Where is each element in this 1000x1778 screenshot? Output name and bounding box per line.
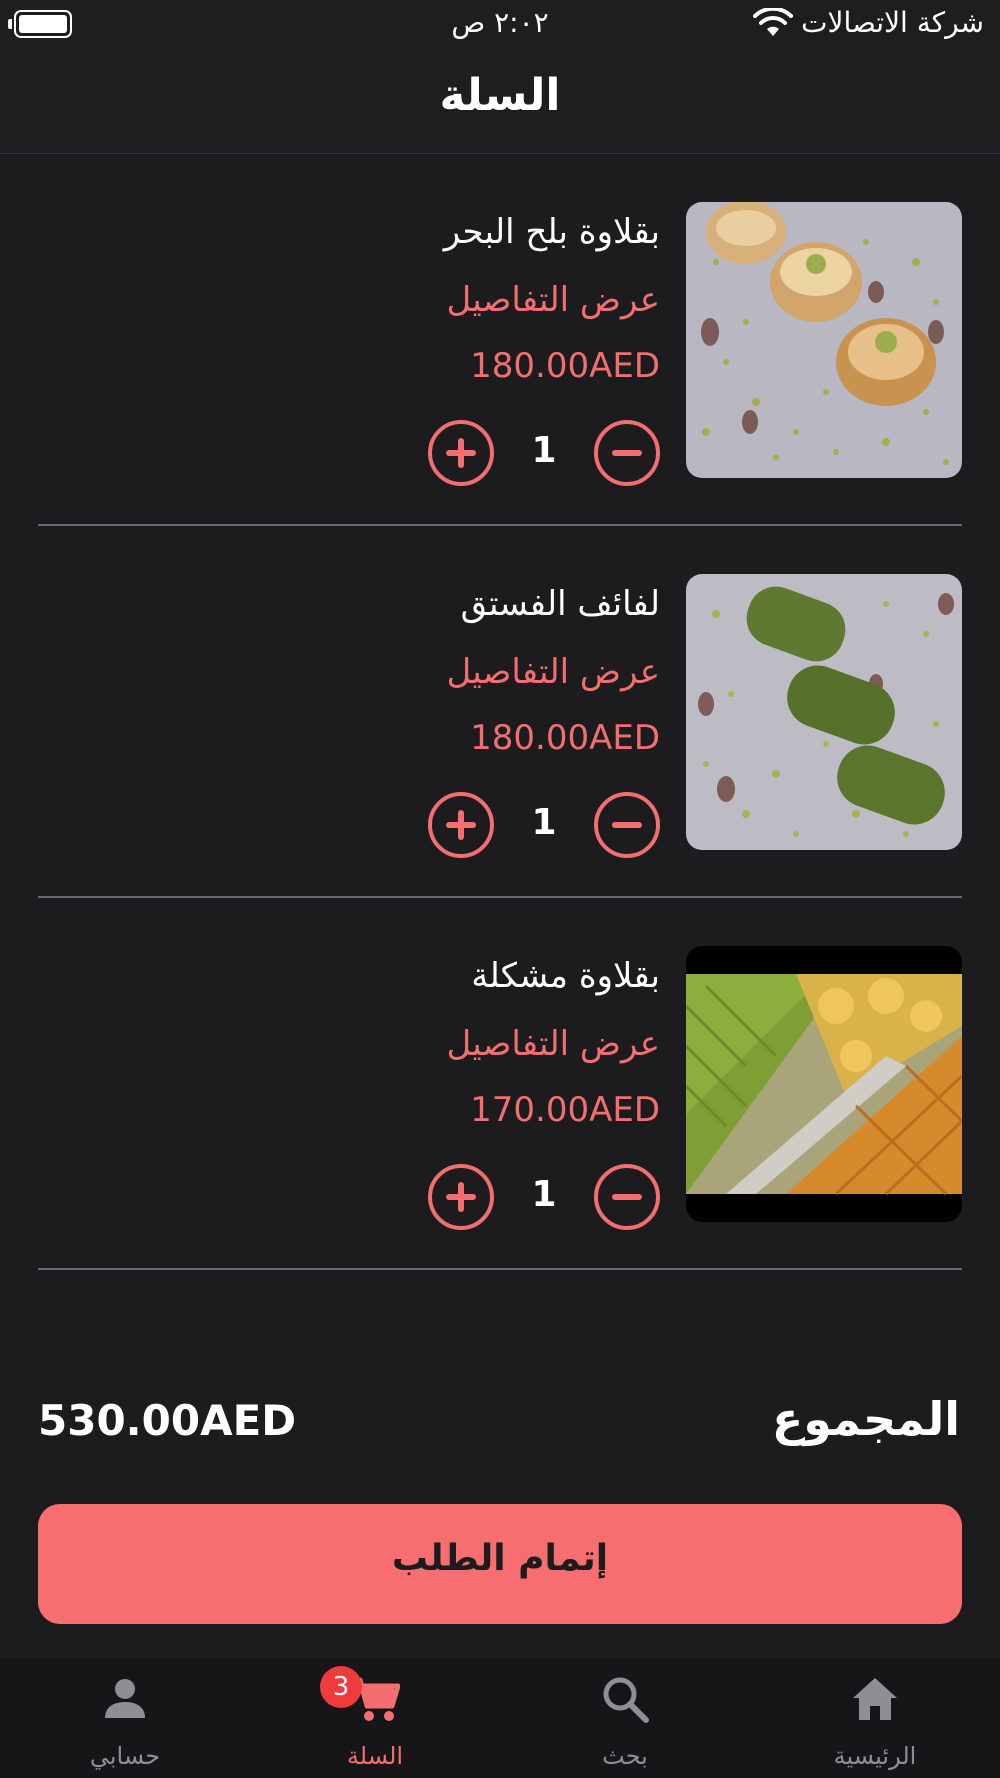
tab-cart[interactable]: السلة [250,1658,500,1778]
carrier-name: شركة الاتصالات [801,6,984,39]
person-icon [105,1679,145,1718]
cart-item: بقلاوة بلح البحر عرض التفاصيل 180.00AED … [38,154,962,526]
item-name[interactable]: بقلاوة مشكلة [471,956,660,996]
quantity-stepper: 1 [428,418,660,488]
cart-count-badge: 3 [320,1666,362,1708]
wifi-icon [753,7,794,36]
tab-label: الرئيسية [833,1742,917,1770]
item-name[interactable]: بقلاوة بلح البحر [444,212,660,252]
minus-icon[interactable] [594,1164,660,1230]
cart-item: بقلاوة مشكلة عرض التفاصيل 170.00AED 1 [38,898,962,1270]
minus-icon[interactable] [594,420,660,486]
tab-account[interactable]: حسابي [0,1658,250,1778]
tab-home[interactable]: الرئيسية [750,1658,1000,1778]
quantity-value: 1 [531,802,557,843]
item-image[interactable] [686,574,962,850]
home-icon [853,1678,897,1720]
item-image[interactable] [686,202,962,478]
tab-label: حسابي [89,1742,161,1770]
item-price: 170.00AED [470,1090,660,1130]
tab-search[interactable]: بحث [500,1658,750,1778]
carrier-info: شركة الاتصالات [753,6,984,39]
checkout-button[interactable]: إتمام الطلب [38,1504,962,1624]
total-value: 530.00AED [38,1396,297,1445]
tab-bar: حسابي السلة 3 بحث الرئيسية [0,1658,1000,1778]
view-details-link[interactable]: عرض التفاصيل [447,652,660,692]
tab-label: السلة [346,1742,404,1770]
item-name[interactable]: لفائف الفستق [461,584,660,624]
item-image[interactable] [686,946,962,1222]
item-price: 180.00AED [470,718,660,758]
search-icon [603,1677,649,1723]
quantity-stepper: 1 [428,1162,660,1232]
minus-icon[interactable] [594,792,660,858]
quantity-stepper: 1 [428,790,660,860]
plus-icon[interactable] [428,1164,494,1230]
total-label: المجموع [771,1392,960,1446]
tab-label: بحث [602,1742,648,1770]
item-price: 180.00AED [470,346,660,386]
status-bar: ٢:٠٢ ص شركة الاتصالات [0,0,1000,50]
view-details-link[interactable]: عرض التفاصيل [447,1024,660,1064]
plus-icon[interactable] [428,420,494,486]
quantity-value: 1 [531,1174,557,1215]
nav-bar: السلة [0,50,1000,154]
quantity-value: 1 [531,430,557,471]
checkout-button-label: إتمام الطلب [391,1538,609,1579]
page-title: السلة [439,70,561,121]
plus-icon[interactable] [428,792,494,858]
view-details-link[interactable]: عرض التفاصيل [447,280,660,320]
cart-item: لفائف الفستق عرض التفاصيل 180.00AED 1 [38,526,962,898]
